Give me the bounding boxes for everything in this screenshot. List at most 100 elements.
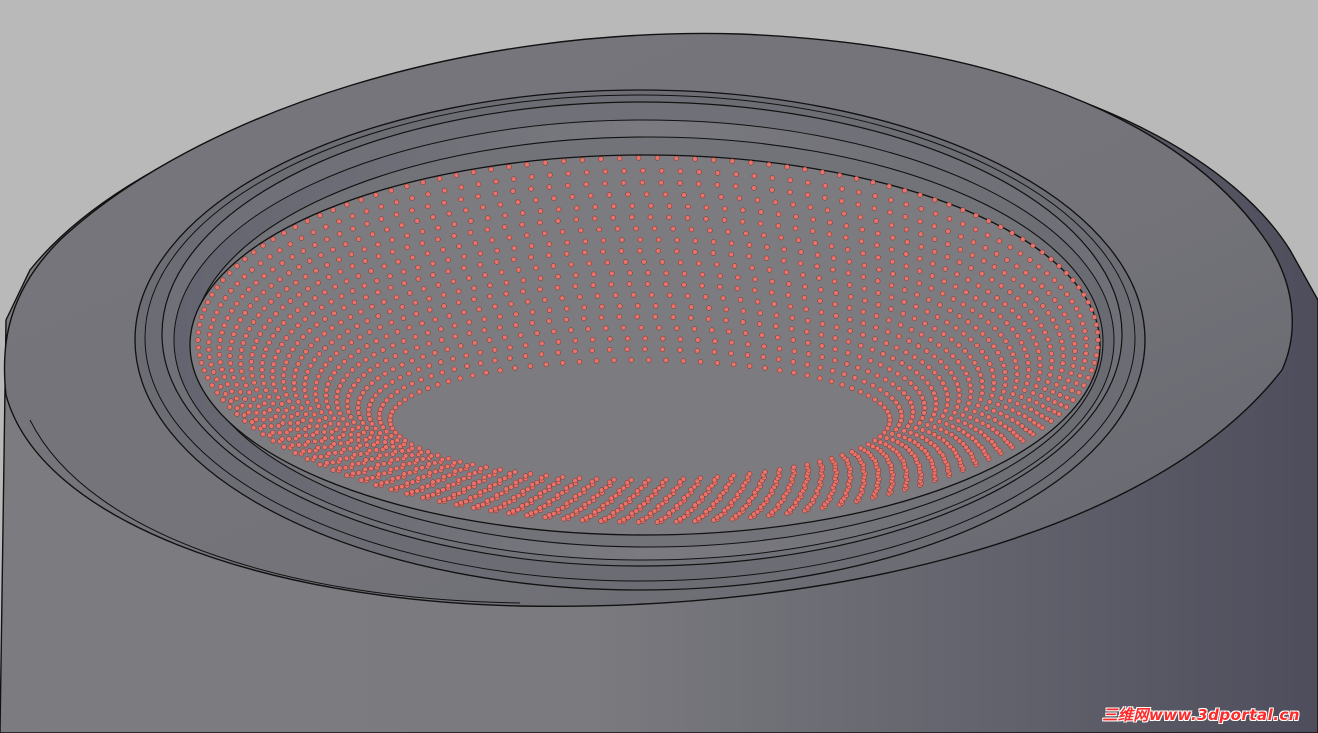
thread-crest	[388, 187, 394, 194]
thread-crest	[884, 425, 891, 432]
thread-crest	[651, 225, 658, 232]
thread-crest	[973, 426, 979, 432]
thread-crest	[388, 466, 394, 473]
thread-crest	[569, 512, 575, 518]
thread-crest	[936, 418, 943, 425]
thread-crest	[341, 446, 347, 453]
thread-crest	[714, 261, 720, 268]
thread-crest	[457, 459, 463, 465]
thread-crest	[888, 222, 895, 228]
thread-crest	[654, 155, 661, 161]
thread-crest	[834, 324, 840, 330]
thread-crest	[909, 404, 916, 410]
thread-crest	[393, 484, 400, 491]
thread-crest	[773, 312, 780, 319]
thread-crest	[709, 327, 715, 333]
thread-crest	[663, 270, 669, 276]
thread-crest	[404, 183, 410, 189]
thread-crest	[717, 273, 723, 279]
thread-crest	[347, 314, 354, 320]
thread-crest	[271, 361, 277, 367]
thread-crest	[609, 270, 615, 277]
thread-crest	[226, 270, 233, 276]
thread-crest	[458, 184, 465, 190]
thread-crest	[1007, 244, 1013, 250]
thread-crest	[1063, 404, 1070, 410]
thread-crest	[858, 389, 864, 395]
thread-crest	[1037, 369, 1043, 375]
thread-crest	[466, 275, 472, 281]
thread-crest	[621, 168, 627, 174]
thread-crest	[647, 214, 654, 220]
thread-crest	[511, 256, 517, 263]
thread-crest	[819, 321, 826, 327]
thread-crest	[196, 322, 203, 328]
thread-crest	[364, 343, 370, 349]
thread-crest	[898, 408, 904, 415]
thread-crest	[990, 373, 997, 380]
thread-crest	[797, 260, 804, 266]
thread-crest	[1002, 382, 1008, 388]
thread-crest	[471, 296, 477, 302]
thread-crest	[646, 357, 652, 363]
thread-crest	[917, 218, 923, 225]
thread-crest	[492, 468, 498, 475]
thread-crest	[295, 307, 301, 313]
thread-crest	[902, 375, 908, 381]
thread-crest	[451, 492, 457, 498]
thread-crest	[1036, 422, 1042, 428]
thread-crest	[205, 375, 211, 381]
thread-crest	[409, 207, 415, 214]
thread-crest	[848, 294, 854, 300]
thread-crest	[568, 261, 574, 268]
thread-crest	[546, 184, 552, 190]
thread-crest	[440, 247, 446, 253]
thread-crest	[543, 361, 549, 368]
thread-crest	[684, 215, 691, 221]
thread-crest	[415, 475, 421, 481]
thread-crest	[291, 380, 297, 386]
thread-crest	[482, 272, 488, 278]
thread-crest	[902, 214, 908, 220]
thread-crest	[498, 490, 505, 497]
thread-crest	[699, 283, 705, 289]
thread-crest	[394, 329, 401, 335]
thread-crest	[441, 496, 447, 503]
thread-crest	[467, 495, 474, 501]
thread-crest	[432, 468, 438, 475]
thread-crest	[322, 415, 329, 421]
cad-viewport[interactable]: 三维网www.3dportal.cn	[0, 0, 1318, 733]
thread-crest	[471, 285, 477, 291]
thread-crest	[300, 334, 306, 340]
thread-crest	[373, 447, 379, 453]
thread-crest	[289, 442, 296, 448]
thread-crest	[855, 364, 861, 371]
thread-crest	[331, 370, 337, 376]
thread-crest	[969, 307, 976, 313]
thread-crest	[527, 471, 534, 477]
thread-crest	[298, 405, 305, 411]
thread-crest	[421, 286, 427, 292]
thread-crest	[1009, 417, 1016, 423]
thread-crest	[355, 437, 362, 443]
thread-crest	[481, 327, 487, 333]
thread-crest	[952, 410, 958, 416]
thread-crest	[485, 215, 491, 221]
thread-crest	[225, 315, 231, 321]
thread-crest	[305, 439, 311, 445]
thread-crest	[883, 340, 889, 346]
thread-crest	[374, 439, 381, 445]
thread-crest	[358, 309, 364, 315]
thread-crest	[1060, 346, 1066, 352]
thread-crest	[260, 289, 267, 296]
thread-crest	[266, 394, 272, 400]
thread-crest	[817, 364, 823, 371]
thread-crest	[1051, 277, 1058, 283]
thread-crest	[929, 273, 935, 279]
thread-crest	[510, 188, 516, 194]
thread-crest	[1091, 314, 1098, 320]
thread-crest	[941, 278, 947, 284]
thread-crest	[791, 370, 797, 376]
thread-crest	[997, 313, 1004, 320]
thread-crest	[855, 201, 861, 208]
